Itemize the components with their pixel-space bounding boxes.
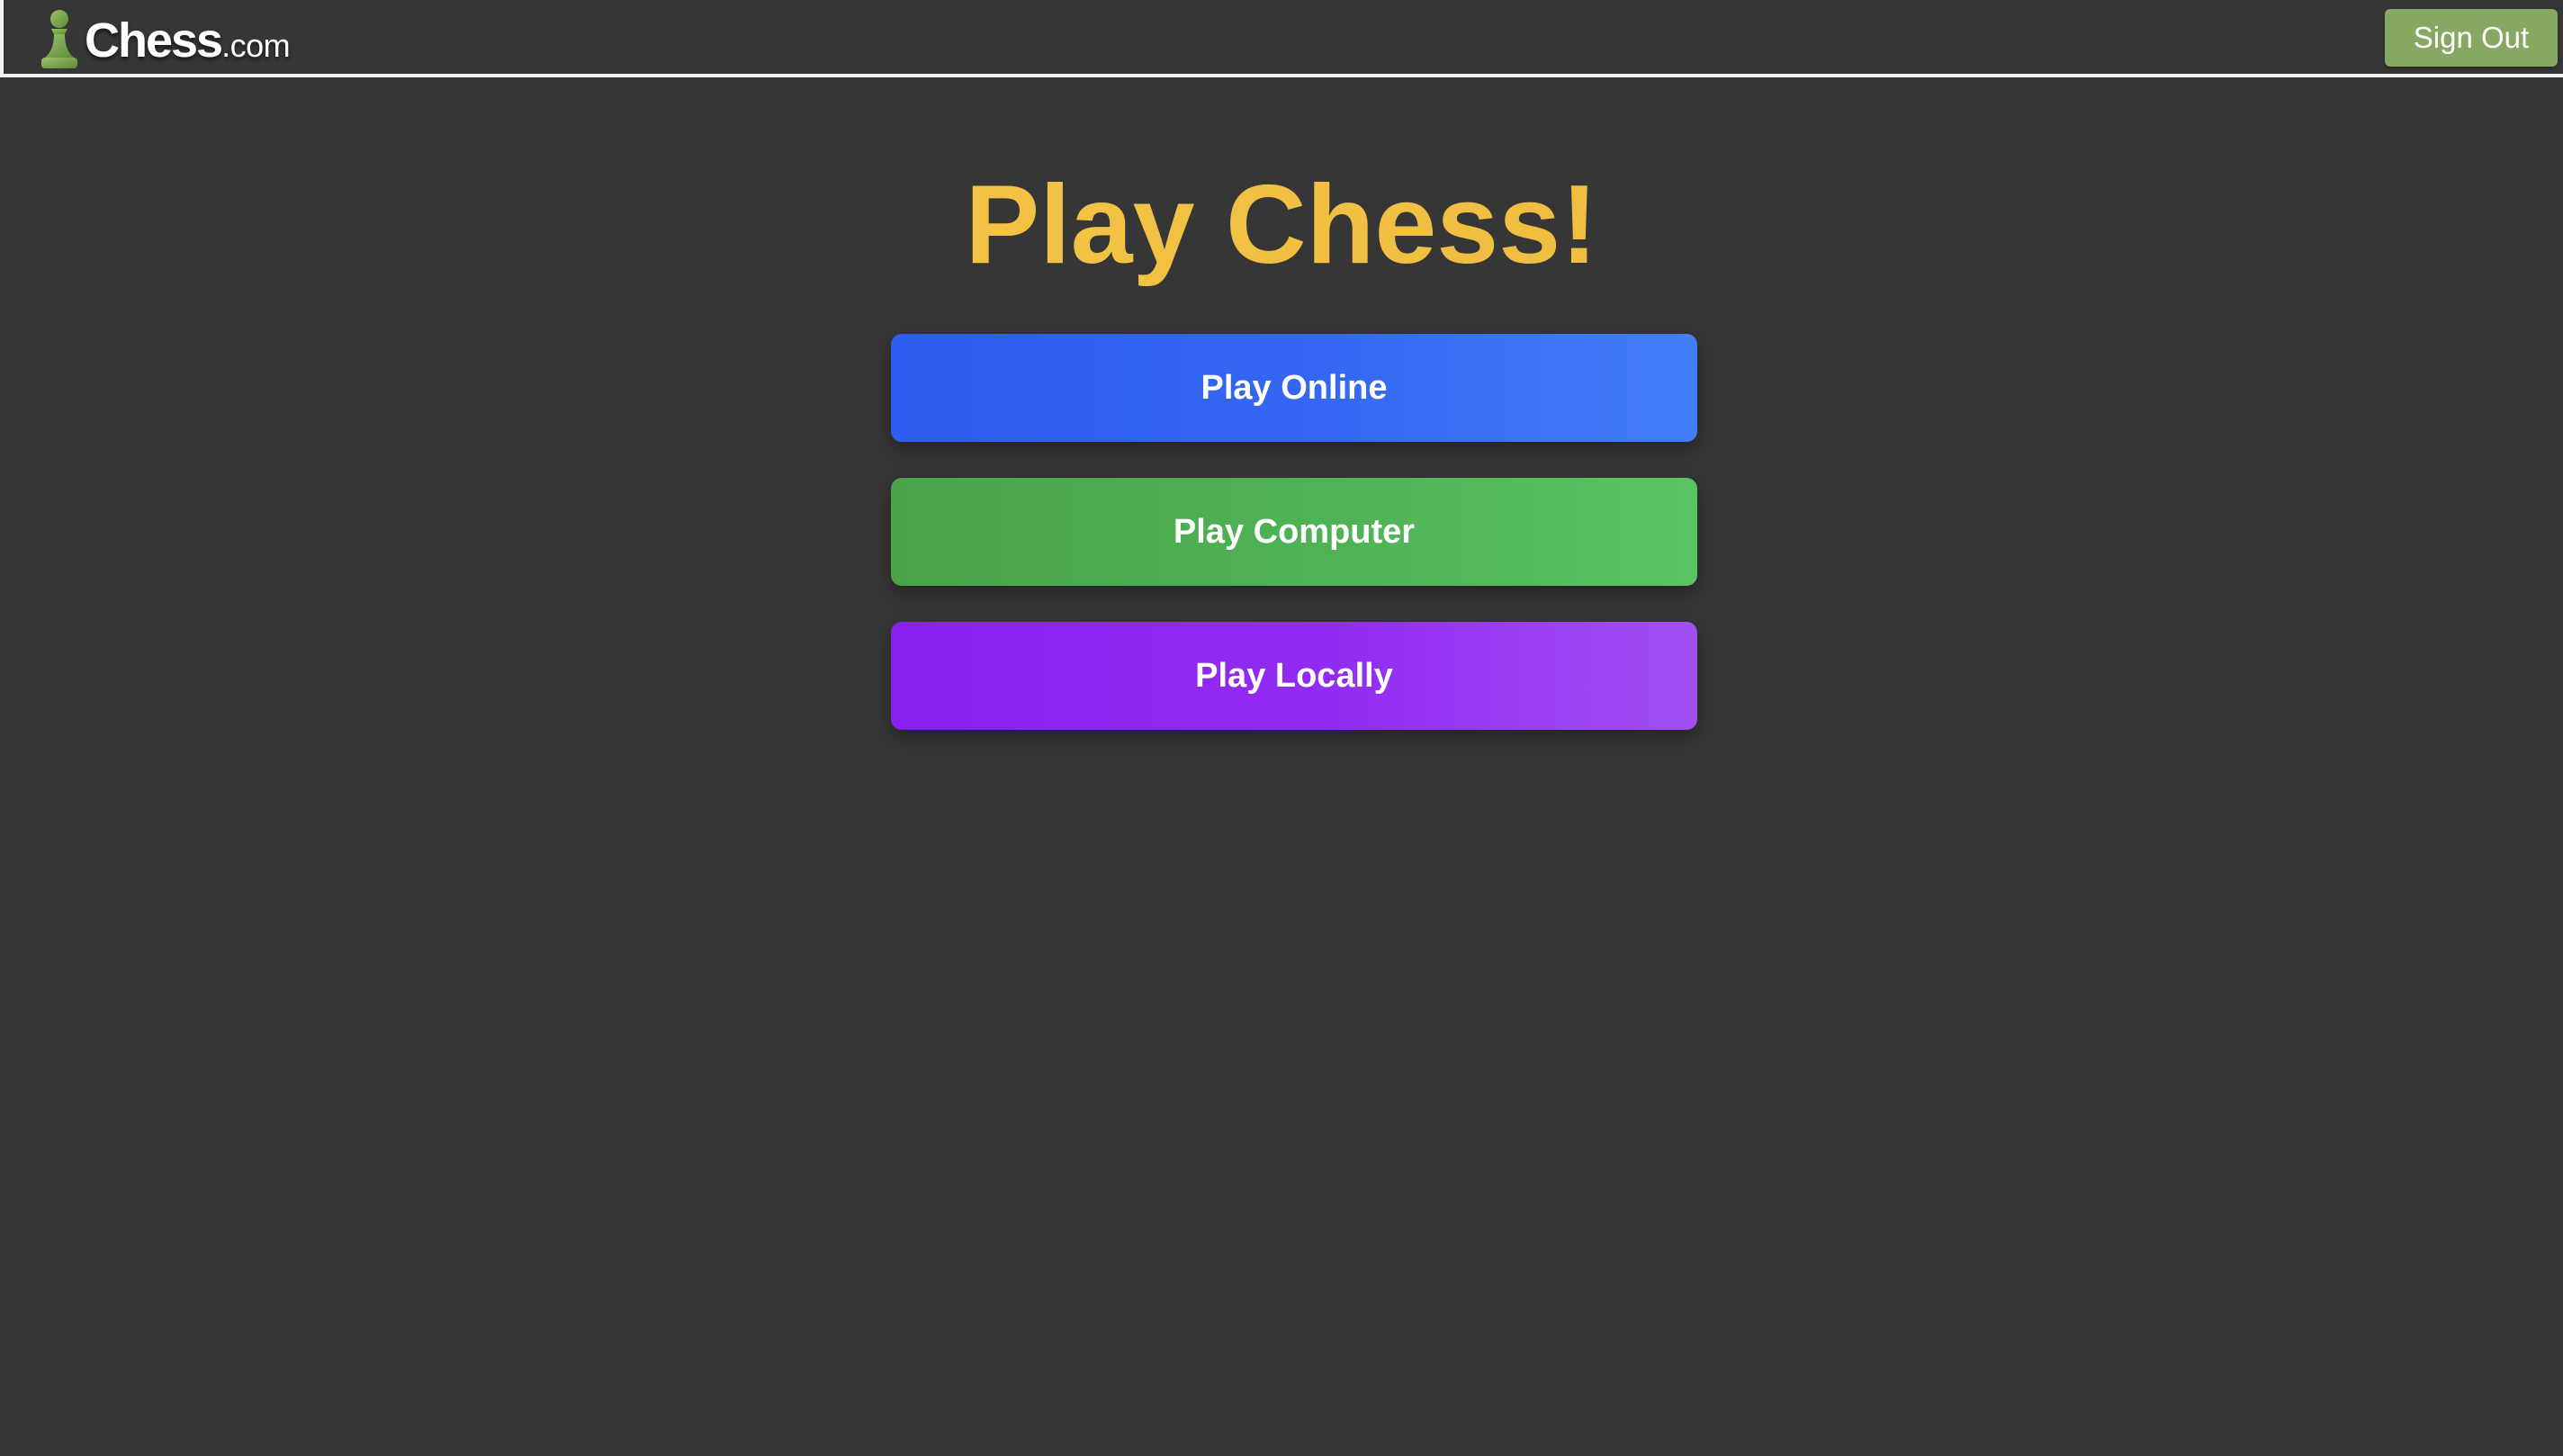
play-computer-button[interactable]: Play Computer: [891, 478, 1697, 586]
chess-com-logo[interactable]: Chess .com: [36, 5, 291, 72]
play-online-button[interactable]: Play Online: [891, 334, 1697, 442]
logo-domain: .com: [221, 27, 291, 64]
sign-out-button[interactable]: Sign Out: [2385, 9, 2558, 67]
play-locally-button[interactable]: Play Locally: [891, 622, 1697, 730]
logo-name: Chess: [85, 13, 223, 67]
page-title: Play Chess!: [0, 162, 2563, 288]
top-navigation-bar: Chess .com Sign Out: [0, 0, 2563, 77]
pawn-icon: [41, 10, 77, 68]
